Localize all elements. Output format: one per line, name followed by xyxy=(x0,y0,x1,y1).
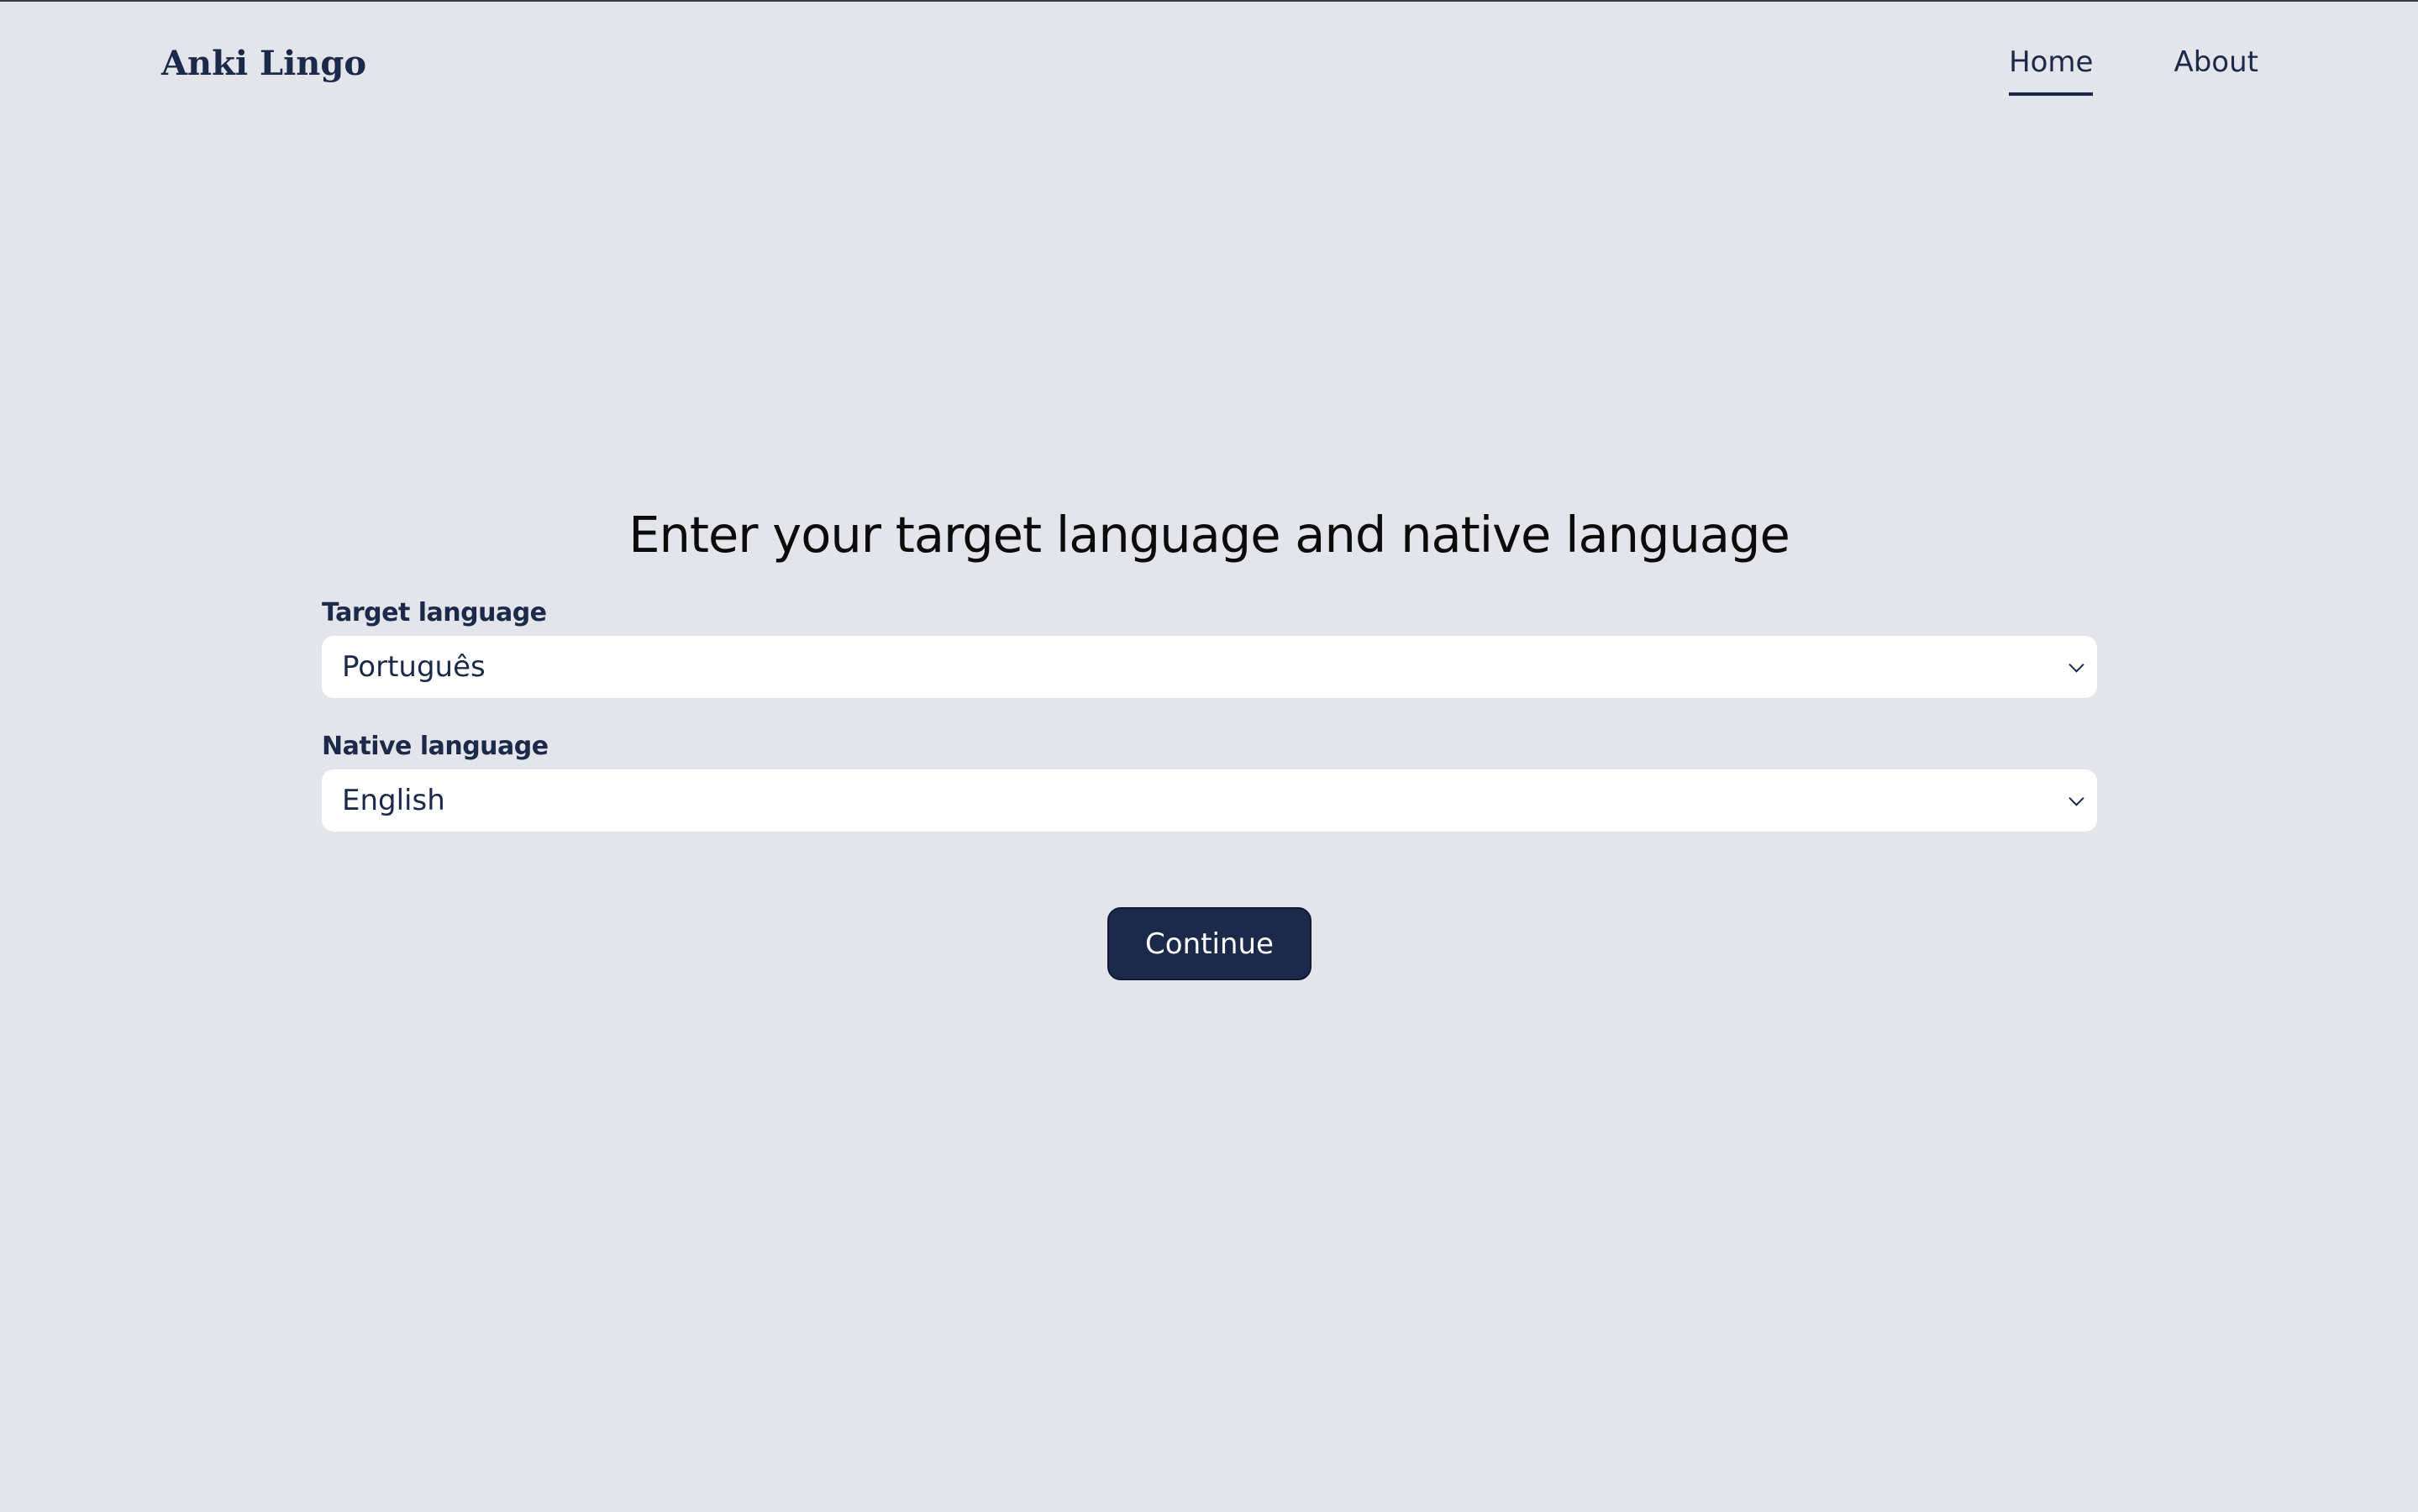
language-form: Target language Português Native languag… xyxy=(322,598,2097,832)
native-language-field: Native language English xyxy=(322,732,2097,832)
nav-home-link[interactable]: Home xyxy=(2009,45,2094,96)
target-language-value: Português xyxy=(342,650,486,684)
nav-about-link[interactable]: About xyxy=(2174,45,2258,96)
target-language-field: Target language Português xyxy=(322,598,2097,698)
page-title: Enter your target language and native la… xyxy=(628,506,1790,564)
continue-button[interactable]: Continue xyxy=(1107,907,1312,980)
target-language-label: Target language xyxy=(322,598,547,627)
native-language-value: English xyxy=(342,784,445,817)
brand-logo[interactable]: Anki Lingo xyxy=(161,44,366,83)
native-language-select[interactable]: English xyxy=(322,769,2097,832)
top-nav: Home About xyxy=(2009,45,2258,96)
chevron-down-icon xyxy=(2068,657,2084,673)
native-language-label: Native language xyxy=(322,732,549,761)
target-language-select[interactable]: Português xyxy=(322,636,2097,698)
chevron-down-icon xyxy=(2068,790,2084,806)
